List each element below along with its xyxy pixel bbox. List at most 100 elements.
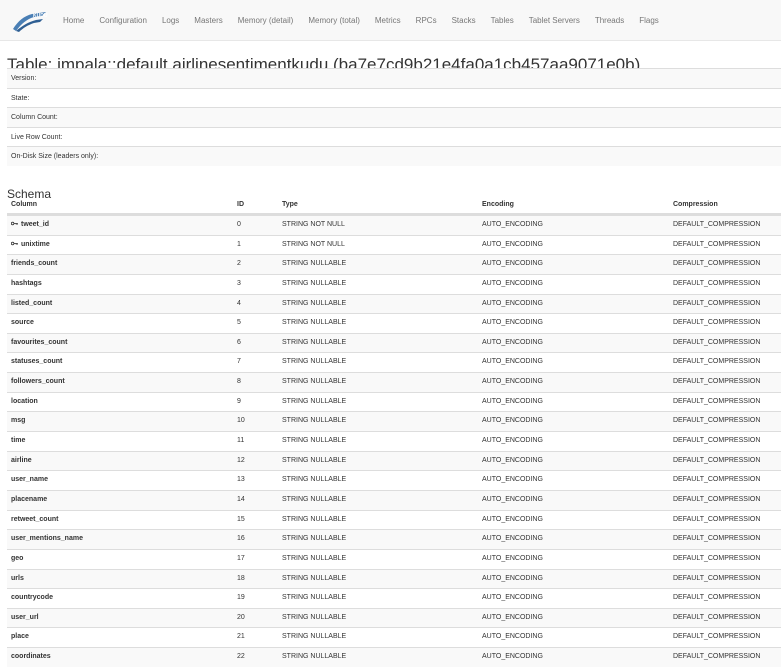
column-id-cell: 15 bbox=[237, 511, 245, 530]
type-text: STRING NULLABLE bbox=[282, 535, 347, 543]
type-text: STRING NULLABLE bbox=[282, 495, 347, 503]
column-id-cell: 16 bbox=[237, 530, 245, 549]
id-text: 21 bbox=[237, 633, 245, 641]
column-name-cell: statuses_count bbox=[11, 353, 62, 372]
column-encoding-cell: AUTO_ENCODING bbox=[482, 275, 543, 294]
kudu-logo[interactable]: KUDU bbox=[10, 7, 50, 34]
schema-table: Column ID Type Encoding Compression twee… bbox=[7, 196, 781, 667]
column-id-cell: 1 bbox=[237, 236, 241, 255]
nav-logs[interactable]: Logs bbox=[162, 0, 179, 41]
nav-configuration[interactable]: Configuration bbox=[99, 0, 147, 41]
id-text: 6 bbox=[237, 338, 241, 346]
table-row: location 9 STRING NULLABLE AUTO_ENCODING DEF… bbox=[7, 391, 781, 412]
column-encoding-cell: AUTO_ENCODING bbox=[482, 353, 543, 372]
column-encoding-cell: AUTO_ENCODING bbox=[482, 609, 543, 628]
id-text: 3 bbox=[237, 279, 241, 287]
nav-metrics[interactable]: Metrics bbox=[375, 0, 401, 41]
column-name-cell: source bbox=[11, 314, 34, 333]
column-type-cell: STRING NULLABLE bbox=[282, 628, 346, 647]
header-id: ID bbox=[237, 201, 244, 208]
table-row: placename 14 STRING NULLABLE AUTO_ENCODING D… bbox=[7, 489, 781, 510]
column-name-cell: airline bbox=[11, 452, 32, 471]
nav-flags[interactable]: Flags bbox=[639, 0, 659, 41]
column-id-cell: 8 bbox=[237, 373, 241, 392]
column-type-cell: STRING NOT NULL bbox=[282, 236, 345, 255]
header-compression: Compression bbox=[673, 201, 718, 208]
column-compression-cell: DEFAULT_COMPRESSION bbox=[673, 589, 760, 608]
compression-text: DEFAULT_COMPRESSION bbox=[673, 279, 761, 287]
column-type-cell: STRING NULLABLE bbox=[282, 255, 346, 274]
column-type-cell: STRING NOT NULL bbox=[282, 216, 345, 235]
compression-text: DEFAULT_COMPRESSION bbox=[673, 515, 761, 523]
column-text: urls bbox=[11, 574, 24, 582]
column-type-cell: STRING NULLABLE bbox=[282, 511, 346, 530]
table-row: time 11 STRING NULLABLE AUTO_ENCODING DEFAUL… bbox=[7, 431, 781, 451]
column-id-cell: 11 bbox=[237, 432, 244, 451]
table-row: hashtags 3 STRING NULLABLE AUTO_ENCODING DEF… bbox=[7, 273, 781, 294]
column-id-cell: 3 bbox=[237, 275, 241, 294]
column-encoding-cell: AUTO_ENCODING bbox=[482, 334, 543, 353]
column-compression-cell: DEFAULT_COMPRESSION bbox=[673, 530, 760, 549]
encoding-text: AUTO_ENCODING bbox=[482, 358, 543, 366]
column-encoding-cell: AUTO_ENCODING bbox=[482, 393, 543, 412]
table-row: user_name 13 STRING NULLABLE AUTO_ENCODING D… bbox=[7, 470, 781, 490]
column-text: followers_count bbox=[11, 378, 65, 386]
compression-text: DEFAULT_COMPRESSION bbox=[673, 653, 761, 661]
nav-home[interactable]: Home bbox=[63, 0, 84, 41]
nav-memory-detail[interactable]: Memory (detail) bbox=[238, 0, 294, 41]
table-row: user_mentions_name 16 STRING NULLABLE AUTO_… bbox=[7, 529, 781, 549]
encoding-text: AUTO_ENCODING bbox=[482, 515, 543, 523]
column-text: friends_count bbox=[11, 260, 58, 268]
column-compression-cell: DEFAULT_COMPRESSION bbox=[673, 275, 760, 294]
column-text: user_url bbox=[11, 613, 39, 621]
column-text: location bbox=[11, 397, 38, 405]
column-name-cell: unixtime bbox=[10, 236, 50, 255]
column-encoding-cell: AUTO_ENCODING bbox=[482, 255, 543, 274]
column-compression-cell: DEFAULT_COMPRESSION bbox=[673, 373, 760, 392]
nav-masters[interactable]: Masters bbox=[194, 0, 222, 41]
column-text: source bbox=[11, 319, 34, 327]
table-row: msg 10 STRING NULLABLE AUTO_ENCODING DEFAULT… bbox=[7, 411, 781, 432]
column-text: airline bbox=[11, 456, 32, 464]
table-row: airline 12 STRING NULLABLE AUTO_ENCODING DEF… bbox=[7, 450, 781, 471]
column-id-cell: 4 bbox=[237, 295, 241, 314]
column-type-cell: STRING NULLABLE bbox=[282, 393, 346, 412]
nav-tables[interactable]: Tables bbox=[491, 0, 514, 41]
column-compression-cell: DEFAULT_COMPRESSION bbox=[673, 255, 760, 274]
encoding-text: AUTO_ENCODING bbox=[482, 221, 543, 228]
table-info: Version: State: Column Count: Live Row C… bbox=[7, 68, 781, 166]
column-type-cell: STRING NULLABLE bbox=[282, 334, 346, 353]
compression-text: DEFAULT_COMPRESSION bbox=[673, 456, 761, 464]
compression-text: DEFAULT_COMPRESSION bbox=[673, 358, 761, 366]
type-text: STRING NULLABLE bbox=[282, 397, 347, 405]
nav-stacks[interactable]: Stacks bbox=[452, 0, 476, 41]
nav-rpcs[interactable]: RPCs bbox=[416, 0, 437, 41]
nav-memory-total[interactable]: Memory (total) bbox=[308, 0, 360, 41]
type-text: STRING NULLABLE bbox=[282, 633, 347, 641]
id-text: 11 bbox=[237, 437, 245, 445]
type-text: STRING NULLABLE bbox=[282, 417, 347, 425]
column-text: retweet_count bbox=[11, 515, 59, 523]
column-name-cell: placename bbox=[11, 491, 47, 510]
column-name-cell: msg bbox=[11, 412, 25, 431]
table-row: retweet_count 15 STRING NULLABLE AUTO_ENCOD… bbox=[7, 509, 781, 530]
nav-links: Home Configuration Logs Masters Memory (… bbox=[63, 0, 659, 41]
encoding-text: AUTO_ENCODING bbox=[482, 279, 543, 287]
info-label: Column Count: bbox=[11, 114, 58, 122]
column-name-cell: countrycode bbox=[11, 589, 53, 608]
type-text: STRING NOT NULL bbox=[282, 221, 345, 228]
nav-tablet-servers[interactable]: Tablet Servers bbox=[529, 0, 580, 41]
column-compression-cell: DEFAULT_COMPRESSION bbox=[673, 452, 760, 471]
column-id-cell: 17 bbox=[237, 550, 245, 569]
nav-threads[interactable]: Threads bbox=[595, 0, 624, 41]
compression-text: DEFAULT_COMPRESSION bbox=[673, 574, 761, 582]
column-type-cell: STRING NULLABLE bbox=[282, 570, 346, 589]
encoding-text: AUTO_ENCODING bbox=[482, 613, 543, 621]
column-encoding-cell: AUTO_ENCODING bbox=[482, 412, 543, 431]
column-type-cell: STRING NULLABLE bbox=[282, 314, 346, 333]
column-text: user_mentions_name bbox=[11, 535, 83, 543]
column-compression-cell: DEFAULT_COMPRESSION bbox=[673, 393, 760, 412]
type-text: STRING NULLABLE bbox=[282, 476, 347, 484]
encoding-text: AUTO_ENCODING bbox=[482, 240, 543, 248]
id-text: 5 bbox=[237, 319, 241, 327]
